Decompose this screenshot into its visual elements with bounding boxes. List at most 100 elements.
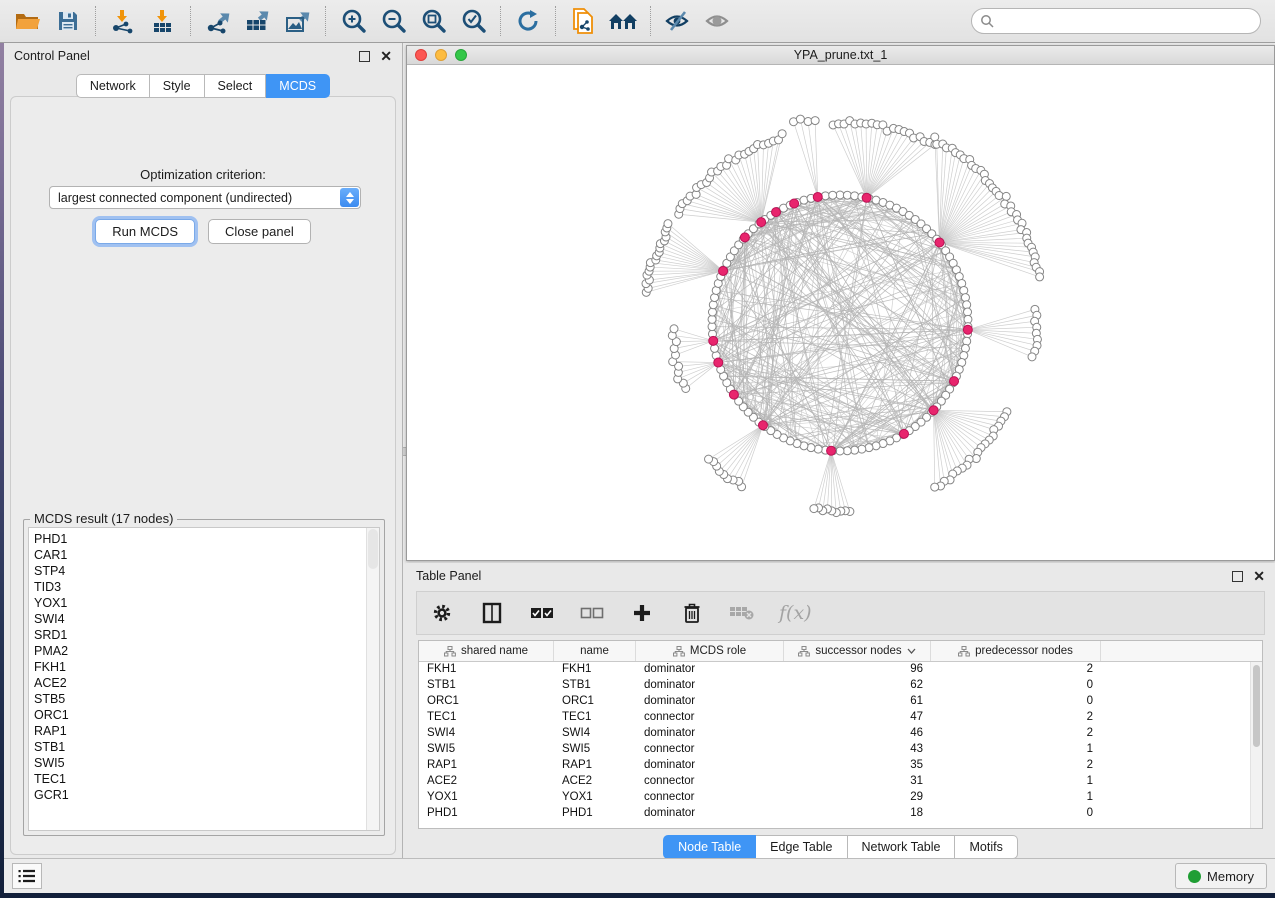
graph-leaf-node[interactable] <box>810 505 818 513</box>
cell-name[interactable]: RAP1 <box>554 758 636 774</box>
float-table-panel-icon[interactable] <box>1232 571 1243 582</box>
graph-leaf-node[interactable] <box>1002 192 1010 200</box>
column-header-name[interactable]: name <box>554 641 636 661</box>
cell-name[interactable]: TEC1 <box>554 710 636 726</box>
first-neighbors-button[interactable] <box>603 3 643 39</box>
result-node-item[interactable]: PMA2 <box>34 643 379 659</box>
graph-mcds-hub-node[interactable] <box>709 336 718 345</box>
result-node-item[interactable]: ACE2 <box>34 675 379 691</box>
graph-ring-node[interactable] <box>708 315 716 323</box>
result-node-item[interactable]: SWI5 <box>34 755 379 771</box>
graph-ring-node[interactable] <box>964 315 972 323</box>
table-row[interactable]: TEC1TEC1connector472 <box>419 710 1262 726</box>
refresh-view-button[interactable] <box>508 3 548 39</box>
graph-ring-node[interactable] <box>963 337 971 345</box>
graph-ring-node[interactable] <box>814 445 822 453</box>
cell-name[interactable]: SWI5 <box>554 742 636 758</box>
graph-ring-node[interactable] <box>851 446 859 454</box>
graph-leaf-node[interactable] <box>1036 273 1044 281</box>
graph-mcds-hub-node[interactable] <box>729 390 738 399</box>
cell-name[interactable]: ORC1 <box>554 694 636 710</box>
criterion-dropdown[interactable]: largest connected component (undirected) <box>49 186 361 209</box>
network-view-canvas[interactable] <box>407 65 1274 560</box>
graph-mcds-hub-node[interactable] <box>772 208 781 217</box>
graph-mcds-hub-node[interactable] <box>900 429 909 438</box>
cell-successor-nodes[interactable]: 29 <box>784 790 931 806</box>
table-row[interactable]: ACE2ACE2connector311 <box>419 774 1262 790</box>
cell-predecessor-nodes[interactable]: 0 <box>931 694 1101 710</box>
graph-mcds-hub-node[interactable] <box>757 218 766 227</box>
table-row[interactable]: RAP1RAP1dominator352 <box>419 758 1262 774</box>
cell-successor-nodes[interactable]: 61 <box>784 694 931 710</box>
cell-shared-name[interactable]: STB1 <box>419 678 554 694</box>
graph-mcds-hub-node[interactable] <box>935 238 944 247</box>
cell-predecessor-nodes[interactable]: 1 <box>931 790 1101 806</box>
tab-network-table[interactable]: Network Table <box>848 835 956 859</box>
zoom-out-button[interactable] <box>373 3 413 39</box>
graph-leaf-node[interactable] <box>1028 353 1036 361</box>
cell-predecessor-nodes[interactable]: 2 <box>931 710 1101 726</box>
cell-predecessor-nodes[interactable]: 0 <box>931 806 1101 822</box>
tab-edge-table[interactable]: Edge Table <box>756 835 847 859</box>
cell-shared-name[interactable]: RAP1 <box>419 758 554 774</box>
cell-predecessor-nodes[interactable]: 1 <box>931 774 1101 790</box>
table-row[interactable]: PHD1PHD1dominator180 <box>419 806 1262 822</box>
cell-predecessor-nodes[interactable]: 2 <box>931 758 1101 774</box>
cell-shared-name[interactable]: FKH1 <box>419 662 554 678</box>
zoom-fit-button[interactable] <box>413 3 453 39</box>
table-scrollbar[interactable] <box>1250 662 1262 828</box>
column-header-mcds-role[interactable]: MCDS role <box>636 641 784 661</box>
network-window-titlebar[interactable]: YPA_prune.txt_1 <box>407 46 1274 65</box>
graph-ring-node[interactable] <box>865 444 873 452</box>
deselect-all-button[interactable] <box>579 600 605 626</box>
graph-ring-node[interactable] <box>836 447 844 455</box>
delete-table-button[interactable] <box>729 600 755 626</box>
graph-ring-node[interactable] <box>963 301 971 309</box>
cell-name[interactable]: ACE2 <box>554 774 636 790</box>
result-node-item[interactable]: GCR1 <box>34 787 379 803</box>
memory-button[interactable]: Memory <box>1175 863 1267 889</box>
cell-successor-nodes[interactable]: 96 <box>784 662 931 678</box>
graph-ring-node[interactable] <box>843 447 851 455</box>
graph-mcds-hub-node[interactable] <box>950 377 959 386</box>
mcds-result-list[interactable]: PHD1CAR1STP4TID3YOX1SWI4SRD1PMA2FKH1ACE2… <box>28 527 380 831</box>
cell-mcds-role[interactable]: dominator <box>636 726 784 742</box>
graph-mcds-hub-node[interactable] <box>790 199 799 208</box>
table-row[interactable]: SWI4SWI4dominator462 <box>419 726 1262 742</box>
result-list-scrollbar[interactable] <box>366 528 379 830</box>
cell-shared-name[interactable]: SWI4 <box>419 726 554 742</box>
table-row[interactable]: FKH1FKH1dominator962 <box>419 662 1262 678</box>
show-panels-button[interactable] <box>12 863 42 889</box>
result-node-item[interactable]: STB5 <box>34 691 379 707</box>
tab-network[interactable]: Network <box>76 74 150 98</box>
tab-style[interactable]: Style <box>150 74 205 98</box>
cell-shared-name[interactable]: YOX1 <box>419 790 554 806</box>
cell-shared-name[interactable]: ACE2 <box>419 774 554 790</box>
cell-successor-nodes[interactable]: 31 <box>784 774 931 790</box>
cell-name[interactable]: FKH1 <box>554 662 636 678</box>
cell-mcds-role[interactable]: dominator <box>636 806 784 822</box>
result-node-item[interactable]: FKH1 <box>34 659 379 675</box>
tab-motifs[interactable]: Motifs <box>955 835 1017 859</box>
graph-leaf-node[interactable] <box>931 483 939 491</box>
run-mcds-button[interactable]: Run MCDS <box>95 219 195 244</box>
close-panel-button[interactable]: Close panel <box>208 219 311 244</box>
graph-ring-node[interactable] <box>961 294 969 302</box>
graph-ring-node[interactable] <box>708 308 716 316</box>
result-node-item[interactable]: YOX1 <box>34 595 379 611</box>
graph-ring-node[interactable] <box>709 301 717 309</box>
result-node-item[interactable]: STP4 <box>34 563 379 579</box>
search-box[interactable] <box>971 8 1261 34</box>
result-node-item[interactable]: SRD1 <box>34 627 379 643</box>
result-node-item[interactable]: ORC1 <box>34 707 379 723</box>
open-file-button[interactable] <box>8 3 48 39</box>
graph-mcds-hub-node[interactable] <box>862 193 871 202</box>
cell-successor-nodes[interactable]: 43 <box>784 742 931 758</box>
cell-name[interactable]: YOX1 <box>554 790 636 806</box>
cell-mcds-role[interactable]: connector <box>636 742 784 758</box>
graph-mcds-hub-node[interactable] <box>929 406 938 415</box>
graph-mcds-hub-node[interactable] <box>719 266 728 275</box>
add-row-button[interactable] <box>629 600 655 626</box>
graph-ring-node[interactable] <box>858 445 866 453</box>
cell-successor-nodes[interactable]: 47 <box>784 710 931 726</box>
